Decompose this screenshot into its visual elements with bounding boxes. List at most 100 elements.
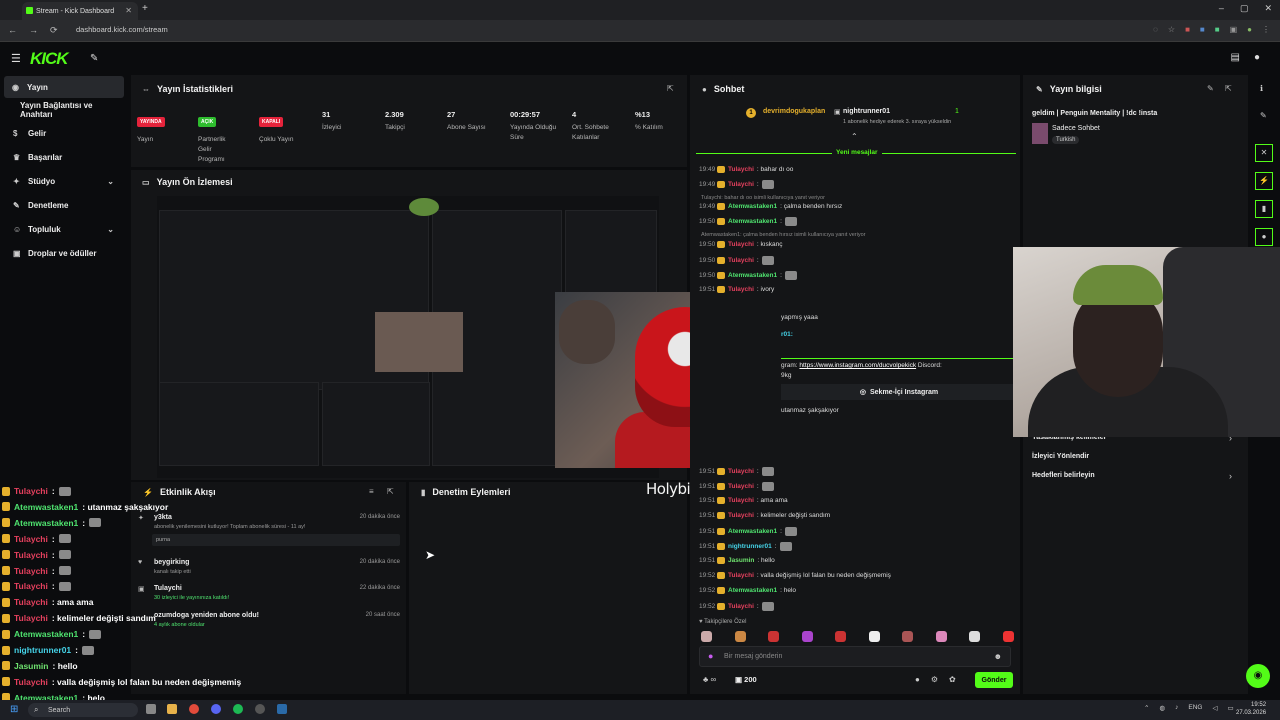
- chat-message[interactable]: 19:51 Tulaychi: ama ama: [699, 497, 788, 504]
- chrome-icon[interactable]: [189, 704, 199, 714]
- points-icon[interactable]: ♣ ∞: [703, 675, 716, 684]
- collapse-chevron-icon[interactable]: ⌃: [851, 132, 858, 141]
- follower-emote-icon[interactable]: [902, 631, 913, 642]
- popout-icon[interactable]: ⇱: [1225, 84, 1232, 93]
- set-goals-item[interactable]: Hedefleri belirleyin: [1032, 472, 1095, 479]
- extension-icon[interactable]: ■: [1185, 25, 1190, 34]
- chat-message[interactable]: 19:50 Tulaychi:: [699, 256, 774, 265]
- sidebar-item-topluluk[interactable]: ☺ Topluluk ⌄: [0, 218, 124, 240]
- reload-button[interactable]: ⟳: [50, 25, 58, 36]
- creator-tools-icon[interactable]: ✎: [90, 53, 98, 64]
- chat-message[interactable]: 19:52 Tulaychi: valla değişmiş lol falan …: [699, 572, 891, 579]
- chat-username[interactable]: Tulaychi: [728, 512, 754, 519]
- chat-username[interactable]: nightrunner01: [728, 543, 772, 550]
- filter-icon[interactable]: ≡: [369, 487, 374, 496]
- chat-message[interactable]: 19:51 Tulaychi: kelimeler değişti sandım: [699, 512, 830, 519]
- chevron-up-icon[interactable]: ⌃: [1144, 704, 1149, 712]
- kick-logo[interactable]: KICK: [30, 49, 69, 69]
- sidebar-item-studyo[interactable]: ✦ Stüdyo ⌄: [0, 170, 124, 192]
- info-icon[interactable]: ℹ: [1260, 84, 1263, 93]
- document-icon[interactable]: ▮: [1255, 200, 1273, 218]
- battery-icon[interactable]: ▭: [1227, 704, 1233, 712]
- extension-icon[interactable]: ■: [1200, 25, 1205, 34]
- chat-message[interactable]: 19:49 Tulaychi: bahar dı oo: [699, 166, 793, 173]
- chat-username[interactable]: Tulaychi: [728, 286, 754, 293]
- maximize-button[interactable]: ▢: [1240, 3, 1249, 14]
- obs-icon[interactable]: [255, 704, 265, 714]
- gear-icon[interactable]: ⚙: [931, 675, 938, 684]
- discord-icon[interactable]: [211, 704, 221, 714]
- chat-username[interactable]: Tulaychi: [728, 603, 754, 610]
- chat-username[interactable]: Tulaychi: [728, 497, 754, 504]
- spotify-icon[interactable]: [233, 704, 243, 714]
- eye-off-icon[interactable]: ◌: [1153, 25, 1158, 34]
- follower-emote-icon[interactable]: [701, 631, 712, 642]
- chat-message[interactable]: 19:50 Atemwastaken1:: [699, 217, 797, 226]
- windows-start-icon[interactable]: ⊞: [10, 704, 18, 715]
- forward-button[interactable]: →: [29, 25, 38, 36]
- chat-username[interactable]: Tulaychi: [728, 572, 754, 579]
- chat-message[interactable]: 19:50 Tulaychi: kıskanç: [699, 241, 783, 248]
- chat-username[interactable]: Tulaychi: [728, 483, 754, 490]
- user-avatar[interactable]: ●: [1254, 52, 1260, 63]
- chat-settings-icon[interactable]: ●: [915, 675, 920, 684]
- network-icon[interactable]: ◍: [1159, 704, 1165, 712]
- new-tab-button[interactable]: +: [142, 3, 148, 14]
- puzzle-icon[interactable]: ▣: [1230, 25, 1238, 34]
- task-view-icon[interactable]: [146, 704, 156, 714]
- chat-message[interactable]: 19:49 Atemwastaken1: çalma benden hırsız: [699, 203, 842, 210]
- minimize-button[interactable]: –: [1219, 3, 1224, 14]
- chat-bubble-icon[interactable]: ●: [1255, 228, 1273, 246]
- chat-message[interactable]: 19:52 Atemwastaken1: helo: [699, 587, 796, 594]
- sidebar-item-denetleme[interactable]: ✎ Denetleme: [0, 194, 124, 216]
- chat-message[interactable]: 19:52 Tulaychi:: [699, 602, 774, 611]
- taskbar-clock[interactable]: 19:52 27.03.2026: [1236, 701, 1266, 717]
- chat-username[interactable]: Atemwastaken1: [728, 218, 777, 225]
- close-window-button[interactable]: ✕: [1264, 3, 1272, 14]
- menu-dots-icon[interactable]: ⋮: [1262, 25, 1270, 34]
- bolt-icon[interactable]: ⚡: [1255, 172, 1273, 190]
- send-button[interactable]: Gönder: [975, 672, 1013, 688]
- chat-username[interactable]: Tulaychi: [728, 166, 754, 173]
- chat-message[interactable]: 19:50 Atemwastaken1:: [699, 271, 797, 280]
- gift-icon[interactable]: ✿: [949, 675, 956, 684]
- speaker-icon[interactable]: ◁: [1212, 704, 1217, 712]
- file-explorer-icon[interactable]: [167, 704, 177, 714]
- wallet-icon[interactable]: ▤: [1231, 52, 1240, 63]
- sidebar-item-yayin[interactable]: ◉ Yayın: [4, 76, 124, 98]
- chat-message[interactable]: 19:51 Atemwastaken1:: [699, 527, 797, 536]
- taskbar-search[interactable]: ⌕ Search: [28, 703, 138, 717]
- url-field[interactable]: dashboard.kick.com/stream: [76, 25, 168, 34]
- chat-username[interactable]: Tulaychi: [728, 468, 754, 475]
- follower-emote-icon[interactable]: [969, 631, 980, 642]
- popout-icon[interactable]: ⇱: [667, 84, 674, 93]
- follower-emote-icon[interactable]: [868, 631, 880, 642]
- popout-icon[interactable]: ⇱: [387, 487, 394, 496]
- chat-username[interactable]: Atemwastaken1: [728, 587, 777, 594]
- browser-tab[interactable]: Stream - Kick Dashboard ✕: [22, 2, 138, 20]
- chat-username[interactable]: Tulaychi: [728, 241, 754, 248]
- sidebar-item-droplar[interactable]: ▣ Droplar ve ödüller: [0, 242, 124, 264]
- chat-input[interactable]: ● Bir mesaj gönderin ☻: [699, 646, 1011, 667]
- sidebar-item-basarilar[interactable]: ♛ Başarılar: [0, 146, 124, 168]
- support-chat-button[interactable]: ◉: [1246, 664, 1270, 688]
- emoji-icon[interactable]: ☻: [994, 652, 1002, 661]
- chat-message[interactable]: 19:51 Tulaychi: ivory: [699, 286, 774, 293]
- chat-username[interactable]: Tulaychi: [728, 257, 754, 264]
- mic-icon[interactable]: ♪: [1175, 704, 1178, 712]
- chat-message[interactable]: 19:51 Tulaychi:: [699, 467, 774, 476]
- chat-username[interactable]: Atemwastaken1: [728, 203, 777, 210]
- instagram-link[interactable]: https://www.instagram.com/ducvolpekick: [799, 362, 916, 369]
- chat-message[interactable]: 19:51 nightrunner01:: [699, 542, 792, 551]
- chat-username[interactable]: Tulaychi: [728, 181, 754, 188]
- chat-username[interactable]: Jasumin: [728, 557, 754, 564]
- follower-emote-icon[interactable]: [768, 631, 779, 642]
- edit-icon[interactable]: ✎: [1207, 84, 1214, 93]
- raid-viewers-item[interactable]: İzleyici Yönlendir: [1032, 453, 1089, 460]
- follower-emote-icon[interactable]: [1002, 631, 1014, 642]
- follower-emote-icon[interactable]: [835, 631, 846, 642]
- bookmark-star-icon[interactable]: ☆: [1168, 25, 1175, 34]
- sidebar-item-gelir[interactable]: $ Gelir: [0, 122, 124, 144]
- chat-message[interactable]: 19:51 Jasumin: hello: [699, 557, 775, 564]
- category-name[interactable]: Sadece Sohbet: [1052, 125, 1100, 132]
